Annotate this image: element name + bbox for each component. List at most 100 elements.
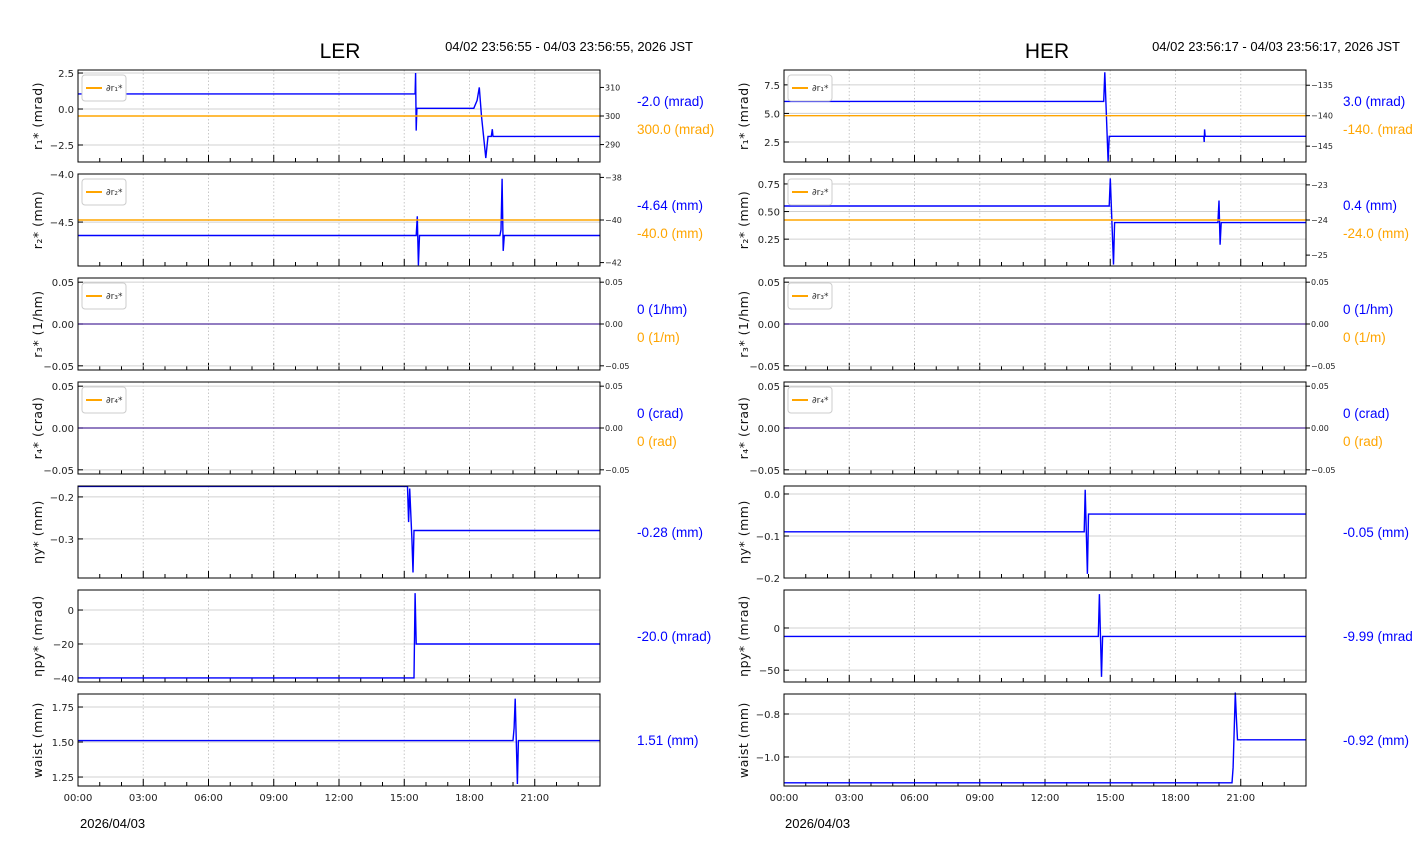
her-time-range: 04/02 23:56:17 - 04/03 23:56:17, 2026 JS…: [1152, 39, 1400, 54]
legend: ∂r₄*: [787, 386, 833, 414]
y-tick-label: −0.05: [43, 362, 74, 373]
y2-tick-label: 310: [605, 83, 620, 92]
y2-tick-label: −0.05: [605, 362, 630, 371]
y2-tick-label: 0.00: [1311, 320, 1329, 329]
legend-label: ∂r₄*: [812, 396, 829, 406]
readout-measured: -20.0 (mrad): [637, 629, 711, 644]
y-tick-label: 0.75: [758, 180, 780, 191]
y-axis-label: ηy* (mm): [736, 500, 751, 564]
y-tick-label: 0.00: [758, 320, 780, 331]
y-tick-label: 1.25: [52, 773, 74, 784]
series-line-waist: [784, 692, 1306, 784]
y-tick-label: 0.0: [58, 105, 74, 116]
x-tick-label: 06:00: [900, 793, 929, 804]
readout-measured: 0 (crad): [637, 406, 684, 421]
y-tick-label: −0.2: [50, 493, 74, 504]
x-tick-label: 09:00: [259, 793, 288, 804]
legend-label: ∂r₂*: [812, 188, 829, 198]
y-tick-label: 0.05: [52, 382, 74, 393]
y-axis-label: ηpy* (mrad): [736, 595, 751, 677]
x-tick-label: 21:00: [1226, 793, 1255, 804]
panel-ler-1: −4.0 −4.5 −38 −40 −42 r₂* (mm) ∂r₂* -4.64 (mm) -…: [30, 170, 703, 268]
x-tick-label: 03:00: [129, 793, 158, 804]
panel-her-1: 0.75 0.50 0.25 −23 −24 −25 r₂* (mm) ∂r₂* 0.4 (mm…: [736, 173, 1409, 267]
y-tick-label: 0: [68, 606, 74, 617]
y-tick-label: 2.5: [58, 69, 74, 80]
y-axis-label: ηy* (mm): [30, 500, 45, 564]
y2-tick-label: 0.05: [1311, 278, 1329, 287]
y-axis-label: ηpy* (mrad): [30, 595, 45, 677]
y2-tick-label: −38: [605, 173, 622, 182]
panel-her-5: 0 −50 ηpy* (mrad) -9.99 (mrad): [736, 589, 1412, 683]
y-tick-label: −0.05: [749, 362, 780, 373]
readout-setpoint: 0 (1/m): [1343, 330, 1386, 345]
readout-measured: 0 (crad): [1343, 406, 1390, 421]
readout-measured: 3.0 (mrad): [1343, 94, 1405, 109]
y2-tick-label: 0.05: [1311, 382, 1329, 391]
legend-label: ∂r₂*: [106, 188, 123, 198]
panel-her-0: 7.5 5.0 2.5 −135 −140 −145 r₁* (mrad) ∂r₁* 3.0 (…: [736, 69, 1412, 163]
panel-her-3: 0.05 0.00 −0.05 0.05 0.00 −0.05 r₄* (crad) ∂r₄*…: [736, 381, 1390, 477]
legend-label: ∂r₄*: [106, 396, 123, 406]
y-axis-label: r₁* (mrad): [736, 82, 751, 150]
x-tick-label: 15:00: [390, 793, 419, 804]
readout-measured: 0.4 (mm): [1343, 198, 1397, 213]
y-tick-label: 1.50: [52, 738, 74, 749]
readout-setpoint: 0 (rad): [637, 434, 677, 449]
y-tick-label: −0.05: [749, 466, 780, 477]
y2-tick-label: −140: [1311, 112, 1333, 121]
readout-measured: 0 (1/hm): [637, 302, 687, 317]
x-tick-label: 06:00: [194, 793, 223, 804]
y-axis-label: r₄* (crad): [736, 397, 751, 460]
y-tick-label: 0.25: [758, 235, 780, 246]
legend-label: ∂r₁*: [106, 84, 123, 94]
y-axis-label: r₃* (1/hm): [736, 290, 751, 357]
y2-tick-label: 300: [605, 112, 620, 121]
legend: ∂r₃*: [787, 282, 833, 310]
y-tick-label: −1.0: [756, 753, 780, 764]
x-tick-label: 00:00: [770, 793, 799, 804]
readout-setpoint: -140. (mrad): [1343, 122, 1412, 137]
readout-setpoint: -24.0 (mm): [1343, 226, 1409, 241]
y2-tick-label: 0.00: [605, 320, 623, 329]
y-tick-label: −20: [53, 640, 74, 651]
y2-tick-label: −24: [1311, 216, 1328, 225]
y2-tick-label: −0.05: [1311, 466, 1336, 475]
legend-label: ∂r₁*: [812, 84, 829, 94]
x-tick-label: 00:00: [64, 793, 93, 804]
series-line-etay: [784, 489, 1306, 574]
readout-measured: -4.64 (mm): [637, 198, 703, 213]
ler-date-label: 2026/04/03: [80, 816, 145, 831]
readout-setpoint: 0 (1/m): [637, 330, 680, 345]
x-tick-label: 15:00: [1096, 793, 1125, 804]
panel-her-6: 00:00 03:00 06:00 09:00 12:00 15:00 18:00 21:00…: [736, 692, 1409, 804]
ler-title: LER: [320, 40, 361, 63]
x-tick-label: 03:00: [835, 793, 864, 804]
y-tick-label: −0.8: [756, 710, 780, 721]
y-tick-label: −0.05: [43, 466, 74, 477]
y2-tick-label: −0.05: [1311, 362, 1336, 371]
y-tick-label: 0.05: [52, 278, 74, 289]
y-axis-label: r₃* (1/hm): [30, 290, 45, 357]
readout-setpoint: -40.0 (mm): [637, 226, 703, 241]
y2-tick-label: 0.05: [605, 382, 623, 391]
legend: ∂r₂*: [787, 178, 833, 206]
panel-ler-0: 2.5 0.0 −2.5 310 300 290 r₁* (mrad) ∂r₁* -2.0 (m…: [30, 69, 714, 163]
y-tick-label: −40: [53, 674, 74, 685]
y-tick-label: 0.00: [758, 424, 780, 435]
y2-tick-label: 290: [605, 141, 620, 150]
legend: ∂r₄*: [81, 386, 127, 414]
panel-ler-6: 00:00 03:00 06:00 09:00 12:00 15:00 18:00 21:00…: [30, 693, 699, 804]
y-tick-label: 0.05: [758, 278, 780, 289]
panel-her-2: 0.05 0.00 −0.05 0.05 0.00 −0.05 r₃* (1/hm) ∂r₃*…: [736, 277, 1393, 373]
ler-time-range: 04/02 23:56:55 - 04/03 23:56:55, 2026 JS…: [445, 39, 693, 54]
legend: ∂r₁*: [81, 74, 127, 102]
readout-measured: -0.05 (mm): [1343, 525, 1409, 540]
readout-measured: -9.99 (mrad): [1343, 629, 1412, 644]
her-date-label: 2026/04/03: [785, 816, 850, 831]
panel-ler-5: 0 −20 −40 ηpy* (mrad) -20.0 (mrad): [30, 589, 711, 685]
y-tick-label: −0.2: [756, 574, 780, 585]
x-tick-label: 18:00: [455, 793, 484, 804]
y-axis-label: waist (mm): [736, 702, 751, 778]
readout-measured: -0.28 (mm): [637, 525, 703, 540]
